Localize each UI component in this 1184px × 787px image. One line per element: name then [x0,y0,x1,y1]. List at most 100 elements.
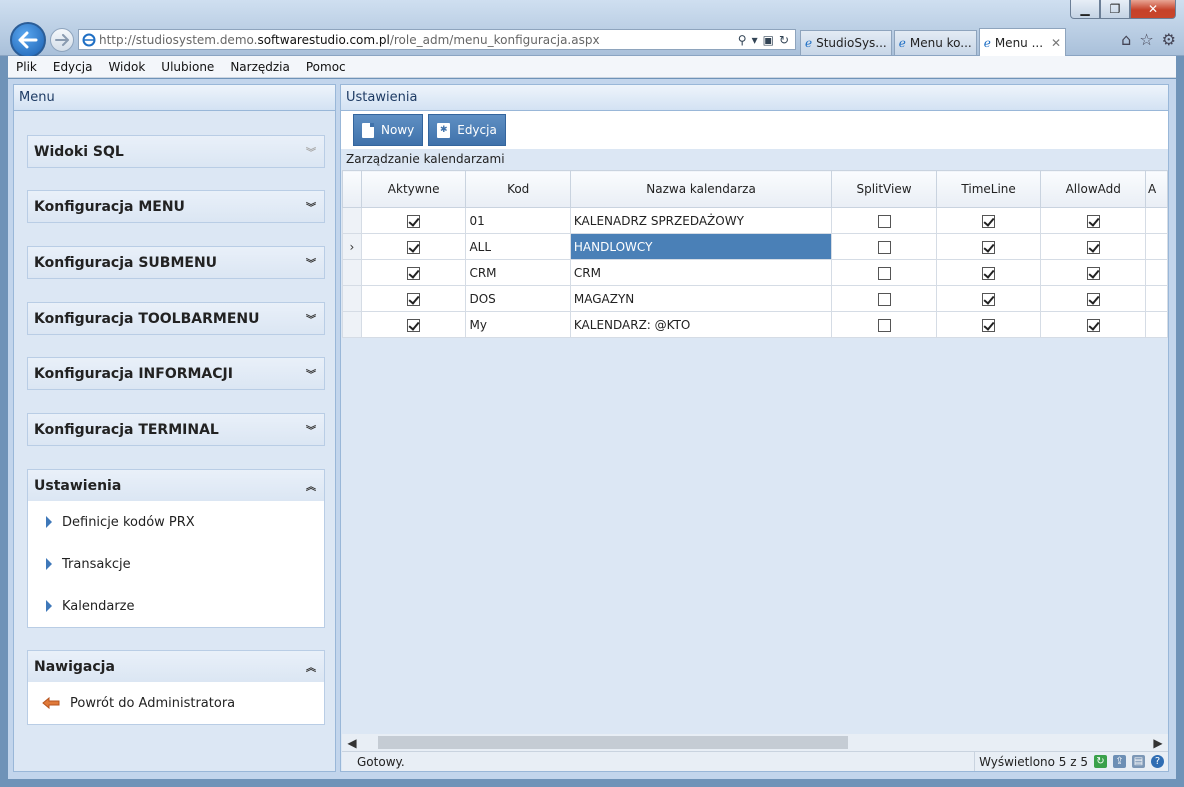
chevron-down-icon: ︾ [306,148,316,159]
horizontal-scrollbar[interactable]: ◀ ▶ [342,734,1168,751]
menu-pomoc[interactable]: Pomoc [298,60,354,74]
menu-item-powrot[interactable]: Powrót do Administratora [28,682,324,724]
home-icon[interactable]: ⌂ [1121,30,1131,49]
cell-nazwa[interactable]: CRM [569,259,833,286]
print-icon[interactable]: ▤ [1132,755,1145,768]
accordion-header[interactable]: Widoki SQL ︾ [28,136,324,167]
dropdown-icon[interactable]: ▾ [752,33,758,47]
timeline-checkbox[interactable] [982,318,996,332]
allowadd-checkbox[interactable] [1086,292,1100,306]
menu-item-kalendarze[interactable]: Kalendarze [28,585,324,627]
column-header-aktywne[interactable]: Aktywne [360,170,467,208]
menu-plik[interactable]: Plik [8,60,45,74]
row-indicator[interactable] [342,285,362,312]
cell-nazwa[interactable]: MAGAZYN [569,285,833,312]
aktywne-checkbox[interactable] [407,292,421,306]
accordion-header[interactable]: Ustawienia ︽ [28,470,324,501]
table-row[interactable]: › ALL HANDLOWCY [342,233,1168,260]
aktywne-checkbox[interactable] [407,214,421,228]
accordion-widoki-sql[interactable]: Widoki SQL ︾ [27,135,325,168]
column-header-timeline[interactable]: TimeLine [935,170,1042,208]
allowadd-checkbox[interactable] [1086,214,1100,228]
menu-widok[interactable]: Widok [100,60,153,74]
close-tab-icon[interactable]: ✕ [1051,36,1061,50]
accordion-header[interactable]: Nawigacja ︽ [28,651,324,682]
accordion-konfiguracja-submenu[interactable]: Konfiguracja SUBMENU ︾ [27,246,325,279]
menu-edycja[interactable]: Edycja [45,60,101,74]
accordion-konfiguracja-toolbarmenu[interactable]: Konfiguracja TOOLBARMENU ︾ [27,302,325,335]
table-row[interactable]: DOS MAGAZYN [342,285,1168,312]
cell-kod[interactable]: My [465,311,571,338]
timeline-checkbox[interactable] [982,266,996,280]
refresh-icon[interactable]: ↻ [779,33,789,47]
maximize-button[interactable]: ❐ [1100,0,1130,19]
scroll-right-icon[interactable]: ▶ [1148,736,1168,750]
column-header-splitview[interactable]: SplitView [831,170,937,208]
aktywne-checkbox[interactable] [407,240,421,254]
row-indicator[interactable] [342,311,362,338]
favorites-star-icon[interactable]: ☆ [1139,30,1153,49]
accordion-konfiguracja-informacji[interactable]: Konfiguracja INFORMACJI ︾ [27,357,325,390]
cell-nazwa[interactable]: HANDLOWCY [569,233,833,260]
column-header-allowadd[interactable]: AllowAdd [1040,170,1147,208]
menu-ulubione[interactable]: Ulubione [153,60,222,74]
allowadd-checkbox[interactable] [1086,266,1100,280]
refresh-icon[interactable]: ↻ [1094,755,1107,768]
tab-studiosystem[interactable]: ℯ StudioSys... [800,30,892,55]
forward-button[interactable] [50,28,74,52]
tab-menu-konfiguracja[interactable]: ℯ Menu ko... [893,30,977,55]
tab-menu-active[interactable]: ℯ Menu ... ✕ [978,28,1067,56]
aktywne-checkbox[interactable] [407,318,421,332]
accordion-konfiguracja-menu[interactable]: Konfiguracja MENU ︾ [27,190,325,223]
close-window-button[interactable]: ✕ [1130,0,1176,19]
edit-button[interactable]: ✱ Edycja [428,114,506,146]
menu-item-transakcje[interactable]: Transakcje [28,543,324,585]
menu-item-definicje-kodow[interactable]: Definicje kodów PRX [28,501,324,543]
column-header-truncated[interactable]: A [1145,170,1168,208]
column-header-kod[interactable]: Kod [465,170,571,208]
splitview-checkbox[interactable] [877,318,891,332]
cell-nazwa[interactable]: KALENADRZ SPRZEDAŻOWY [569,207,833,234]
column-header-nazwa[interactable]: Nazwa kalendarza [569,170,833,208]
accordion-header[interactable]: Konfiguracja INFORMACJI ︾ [28,358,324,389]
address-bar[interactable]: http://studiosystem.demo.softwarestudio.… [78,29,796,50]
scroll-thumb[interactable] [378,736,848,749]
compatibility-icon[interactable]: ▣ [763,33,774,47]
back-button[interactable] [10,22,46,58]
aktywne-checkbox[interactable] [407,266,421,280]
timeline-checkbox[interactable] [982,292,996,306]
cell-nazwa[interactable]: KALENDARZ: @KTO [569,311,833,338]
accordion-konfiguracja-terminal[interactable]: Konfiguracja TERMINAL ︾ [27,413,325,446]
minimize-button[interactable]: ▁ [1070,0,1100,19]
table-row[interactable]: My KALENDARZ: @KTO [342,311,1168,338]
gear-icon[interactable]: ⚙ [1162,30,1176,49]
cell-kod[interactable]: DOS [465,285,571,312]
row-indicator[interactable]: › [342,233,362,260]
cell-kod[interactable]: 01 [465,207,571,234]
scroll-track[interactable] [362,735,1148,750]
accordion-header[interactable]: Konfiguracja MENU ︾ [28,191,324,222]
accordion-header[interactable]: Konfiguracja TOOLBARMENU ︾ [28,303,324,334]
scroll-left-icon[interactable]: ◀ [342,736,362,750]
splitview-checkbox[interactable] [877,214,891,228]
accordion-header[interactable]: Konfiguracja TERMINAL ︾ [28,414,324,445]
row-indicator[interactable] [342,207,362,234]
help-icon[interactable]: ? [1151,755,1164,768]
splitview-checkbox[interactable] [877,292,891,306]
export-icon[interactable]: ⇪ [1113,755,1126,768]
table-row[interactable]: CRM CRM [342,259,1168,286]
row-indicator[interactable] [342,259,362,286]
cell-kod[interactable]: ALL [465,233,571,260]
cell-kod[interactable]: CRM [465,259,571,286]
allowadd-checkbox[interactable] [1086,318,1100,332]
splitview-checkbox[interactable] [877,266,891,280]
new-button[interactable]: Nowy [353,114,424,146]
accordion-header[interactable]: Konfiguracja SUBMENU ︾ [28,247,324,278]
splitview-checkbox[interactable] [877,240,891,254]
timeline-checkbox[interactable] [982,214,996,228]
timeline-checkbox[interactable] [982,240,996,254]
allowadd-checkbox[interactable] [1086,240,1100,254]
table-row[interactable]: 01 KALENADRZ SPRZEDAŻOWY [342,207,1168,234]
menu-narzedzia[interactable]: Narzędzia [222,60,298,74]
search-icon[interactable]: ⚲ [738,33,747,47]
